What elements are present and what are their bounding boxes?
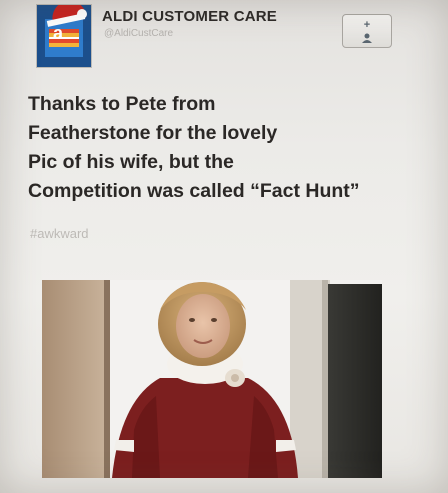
tweet-line: Competition was called “Fact Hunt”: [28, 180, 360, 202]
tweet-line: Thanks to Pete from: [28, 93, 216, 115]
account-handle[interactable]: @AldiCustCare: [104, 28, 173, 39]
woman-in-red-sweater-photo: [42, 280, 382, 478]
tweet-line: Pic of his wife, but the: [28, 151, 234, 173]
follow-button-label: +: [363, 19, 371, 31]
tweet-line: Featherstone for the lovely: [28, 122, 278, 144]
tweet-text: Thanks to Pete from Featherstone for the…: [28, 90, 438, 206]
hashtag-link[interactable]: #awkward: [30, 226, 89, 241]
account-name[interactable]: ALDI CUSTOMER CARE: [102, 8, 277, 25]
tweet-photo[interactable]: [42, 280, 382, 478]
follow-button[interactable]: +: [342, 14, 392, 48]
tweet-screenshot: a ALDI CUSTOMER CARE @AldiCustCare + Tha…: [0, 0, 448, 493]
tweet-header: a ALDI CUSTOMER CARE @AldiCustCare +: [36, 2, 416, 68]
person-add-icon: [362, 33, 372, 43]
account-avatar[interactable]: a: [36, 4, 92, 68]
